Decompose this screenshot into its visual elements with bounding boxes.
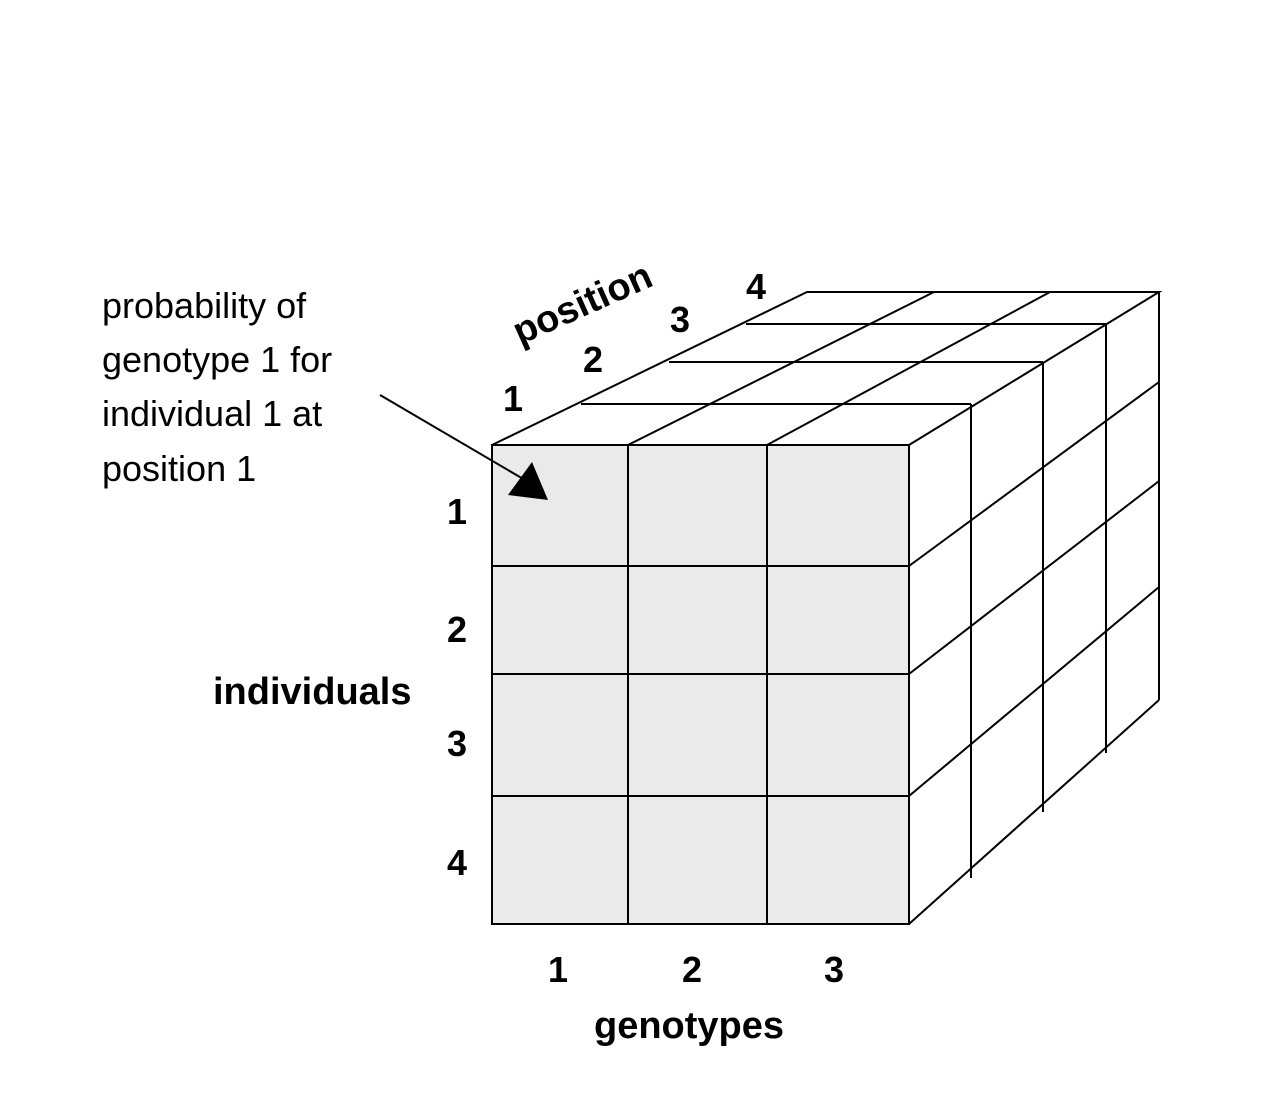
individuals-tick: 2 (447, 609, 467, 650)
diagram-canvas: probability of genotype 1 for individual… (102, 255, 1163, 1047)
position-tick: 2 (583, 339, 603, 380)
individuals-tick: 3 (447, 723, 467, 764)
individuals-tick: 1 (447, 491, 467, 532)
front-face (491, 444, 910, 925)
individuals-axis: individuals 1 2 3 4 (213, 491, 467, 883)
side-row-line (908, 480, 1160, 675)
position-tick: 4 (746, 266, 766, 307)
genotypes-tick: 1 (548, 949, 568, 990)
individuals-tick: 4 (447, 842, 467, 883)
annotation-line: individual 1 at (102, 393, 322, 434)
individuals-axis-label: individuals (213, 671, 411, 713)
genotypes-axis: 1 2 3 genotypes (548, 949, 844, 1047)
genotypes-axis-label: genotypes (594, 1005, 784, 1047)
position-tick: 1 (503, 378, 523, 419)
genotypes-tick: 2 (682, 949, 702, 990)
front-face-fill (491, 444, 910, 925)
annotation: probability of genotype 1 for individual… (102, 285, 548, 500)
annotation-line: probability of (102, 285, 307, 326)
position-tick: 3 (670, 299, 690, 340)
annotation-line: position 1 (102, 448, 256, 489)
annotation-line: genotype 1 for (102, 339, 332, 380)
tensor-cube-diagram: probability of genotype 1 for individual… (0, 0, 1271, 1114)
genotypes-tick: 3 (824, 949, 844, 990)
side-bottom-edge (908, 699, 1160, 925)
side-row-line (908, 586, 1160, 797)
